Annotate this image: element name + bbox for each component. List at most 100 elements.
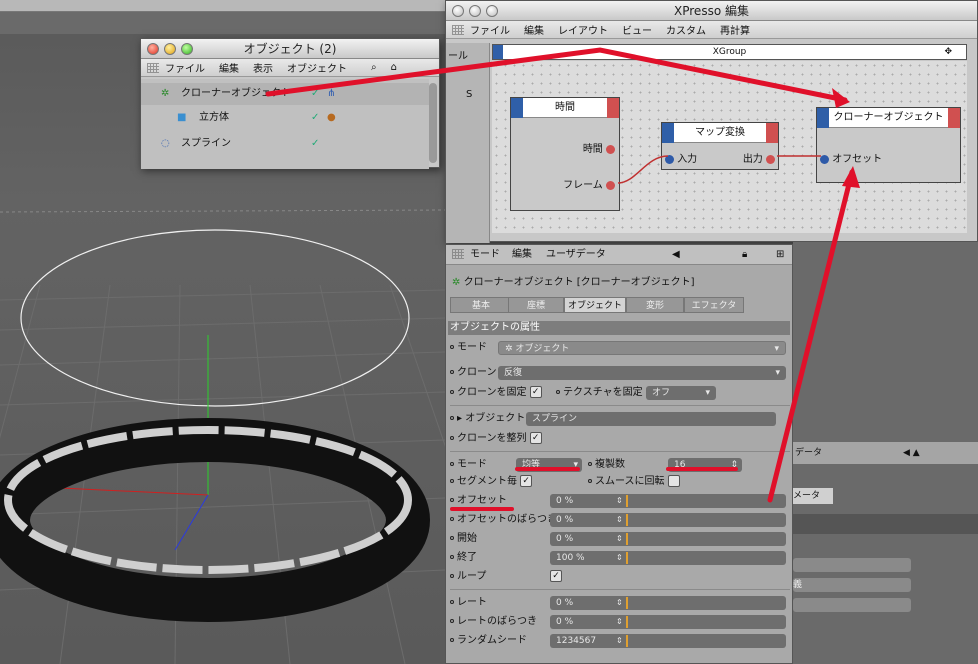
param-slider[interactable]: 1234567 ⇕ (550, 634, 786, 648)
menu-view[interactable]: 表示 (253, 60, 273, 75)
param-slider[interactable]: 0 % ⇕ (550, 532, 786, 546)
tab-coord[interactable]: 座標 (508, 297, 564, 313)
objects-scrollbar[interactable] (429, 83, 437, 163)
param-slider[interactable]: 100 % ⇕ (550, 551, 786, 565)
param-value[interactable]: 0 % (556, 617, 573, 627)
xpresso-window: XPresso 編集 ファイル 編集 レイアウト ビュー カスタム 再計算 ール… (445, 0, 978, 243)
segment-label: セグメント毎 (457, 476, 517, 487)
menu-objects[interactable]: オブジェクト (287, 60, 347, 75)
cloner-icon: ✲ (161, 88, 170, 99)
object-row-cloner[interactable]: ✲ クローナーオブジェクト ✓ ⋔ (141, 83, 429, 105)
mode-label: モード (457, 342, 487, 353)
loop-label: ループ (457, 571, 487, 582)
param-slider[interactable]: 0 % ⇕ (550, 615, 786, 629)
search-icon[interactable]: ⌕ (371, 62, 377, 73)
section-header: オブジェクトの属性 (448, 321, 790, 335)
menu-file[interactable]: ファイル (165, 60, 205, 75)
param-slider[interactable]: 0 % ⇕ (550, 513, 786, 527)
slider-handle[interactable] (626, 597, 628, 609)
param-label: ランダムシード (457, 635, 527, 646)
menu-edit[interactable]: 編集 (512, 245, 532, 265)
align-clone-checkbox[interactable]: ✓ (529, 432, 542, 444)
count-stepper[interactable]: 16 ⇕ (668, 458, 742, 472)
param-slider[interactable]: 0 % ⇕ (550, 596, 786, 610)
check-icon[interactable]: ✓ (311, 107, 319, 129)
spline-icon: ◌ (161, 138, 170, 149)
bg-label-data: データ (795, 448, 823, 458)
cube-icon: ■ (177, 112, 187, 123)
cloned-cubes-ring (0, 418, 430, 622)
slider-handle[interactable] (626, 514, 628, 526)
lock-icon[interactable]: 🔒︎ (742, 245, 747, 265)
smooth-label: スムースに回転 (595, 476, 665, 487)
param-row: レート (450, 595, 487, 611)
segment-checkbox[interactable]: ✓ (520, 475, 533, 487)
object-link-label: オブジェクト (465, 413, 526, 424)
check-icon[interactable]: ✓ (311, 133, 319, 155)
param-row: オフセット (450, 493, 507, 509)
window-title: オブジェクト (2) (243, 42, 337, 56)
back-icon[interactable]: ◀ (672, 245, 680, 265)
menu-mode[interactable]: モード (470, 245, 500, 265)
param-row: 開始 (450, 531, 477, 547)
spline-circle (20, 229, 410, 407)
menu-edit[interactable]: 編集 (219, 60, 239, 75)
slider-handle[interactable] (626, 616, 628, 628)
tab-effector[interactable]: エフェクタ (684, 297, 744, 313)
material-tag-icon: ● (327, 112, 336, 123)
minimize-button[interactable] (164, 43, 176, 55)
distribution-mode-label: モード (457, 459, 487, 470)
object-link-field[interactable]: スプライン (526, 412, 776, 426)
tab-deform[interactable]: 変形 (626, 297, 684, 313)
smooth-checkbox[interactable] (667, 475, 680, 487)
distribution-mode-dropdown[interactable]: 均等 ▾ (516, 458, 582, 472)
param-value[interactable]: 0 % (556, 515, 573, 525)
param-value[interactable]: 0 % (556, 598, 573, 608)
param-slider[interactable]: 0 % ⇕ (550, 494, 786, 508)
menu-userdata[interactable]: ユーザデータ (546, 245, 606, 265)
param-value[interactable]: 0 % (556, 496, 573, 506)
home-icon[interactable]: ⌂ (391, 62, 397, 73)
cloner-icon: ✲ (452, 277, 461, 288)
param-label: 開始 (457, 533, 477, 544)
attribute-manager: モード 編集 ユーザデータ ◀ 🔒︎ ⊞ ✲ クローナーオブジェクト [クローナ… (445, 244, 793, 664)
hierarchy-tag-icon: ⋔ (327, 88, 336, 99)
tab-basic[interactable]: 基本 (450, 297, 512, 313)
slider-handle[interactable] (626, 533, 628, 545)
tab-object[interactable]: オブジェクト (564, 297, 626, 313)
param-value[interactable]: 1234567 (556, 636, 596, 646)
param-row: 終了 (450, 550, 477, 566)
object-title: クローナーオブジェクト [クローナーオブジェクト] (463, 277, 695, 288)
check-icon[interactable]: ✓ (311, 83, 319, 105)
slider-handle[interactable] (626, 495, 628, 507)
fix-texture-dropdown[interactable]: オフ ▾ (646, 386, 716, 400)
bg-label-meter: メータ (793, 491, 821, 501)
slider-handle[interactable] (626, 635, 628, 647)
fix-clone-label: クローンを固定 (457, 387, 527, 398)
param-value[interactable]: 0 % (556, 534, 573, 544)
count-label: 複製数 (595, 459, 625, 470)
mode-dropdown[interactable]: ✲ オブジェクト ▾ (498, 341, 786, 355)
param-label: レートのばらつき (457, 616, 537, 627)
object-label: 立方体 (199, 112, 229, 123)
loop-checkbox[interactable]: ✓ (550, 570, 562, 582)
param-label: 終了 (457, 552, 477, 563)
close-button[interactable] (147, 43, 159, 55)
param-row: オフセットのばらつき (450, 512, 557, 528)
object-label: クローナーオブジェクト (181, 88, 291, 99)
fix-clone-checkbox[interactable]: ✓ (529, 386, 542, 398)
object-row-spline[interactable]: ◌ スプライン ✓ (141, 133, 429, 155)
zoom-button[interactable] (181, 43, 193, 55)
attr-menubar: モード 編集 ユーザデータ ◀ 🔒︎ ⊞ (446, 245, 792, 265)
object-label: スプライン (181, 138, 231, 149)
align-clone-label: クローンを整列 (457, 433, 527, 444)
bg-label-def: 義 (793, 580, 803, 590)
clone-dropdown[interactable]: 反復 ▾ (498, 366, 786, 380)
object-row-cube[interactable]: ■ 立方体 ✓ ● (141, 107, 429, 129)
param-value[interactable]: 100 % (556, 553, 585, 563)
new-panel-icon[interactable]: ⊞ (776, 245, 784, 265)
slider-handle[interactable] (626, 552, 628, 564)
play-icon[interactable]: ◀ ▲ (903, 442, 920, 464)
fix-texture-label: テクスチャを固定 (563, 387, 643, 398)
param-label: オフセット (457, 495, 507, 506)
